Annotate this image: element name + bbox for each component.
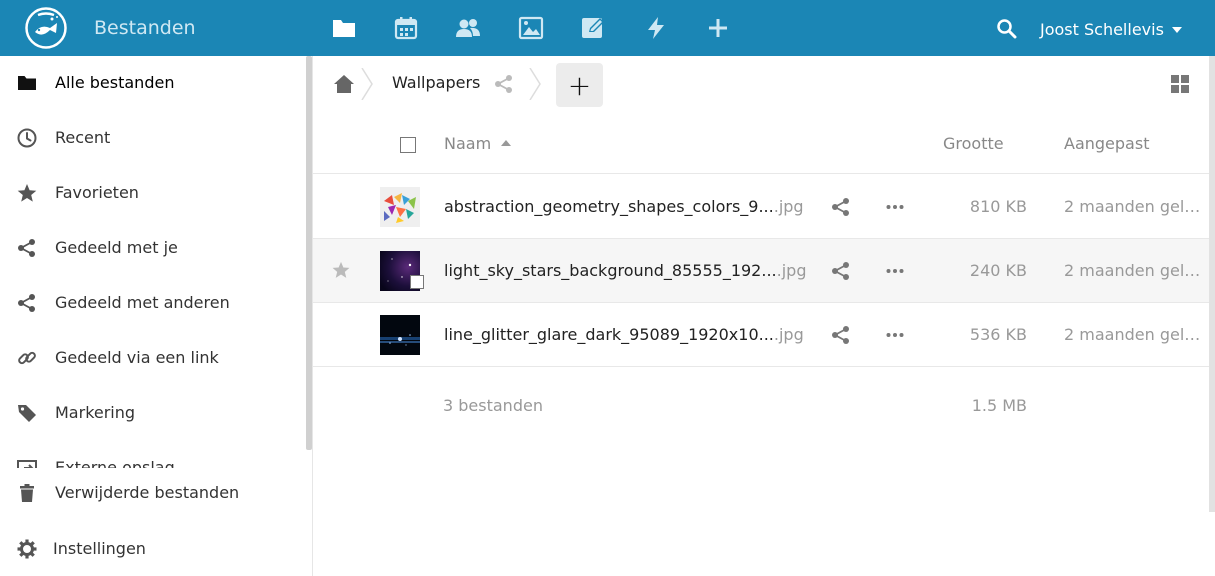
file-modified: 2 maanden geleden xyxy=(1064,197,1209,216)
sidebar-item-tags[interactable]: Markering xyxy=(0,393,306,433)
sidebar-item-label: Markering xyxy=(55,403,136,422)
search-icon[interactable] xyxy=(996,18,1018,40)
sidebar-item-label: Gedeeld via een link xyxy=(55,348,219,367)
file-modified: 2 maanden geleden xyxy=(1064,261,1209,280)
sidebar-scrollbar[interactable] xyxy=(306,56,312,450)
share-icon[interactable] xyxy=(494,73,514,95)
sidebar-item-label: Gedeeld met anderen xyxy=(55,293,230,312)
file-extension: .jpg xyxy=(773,325,804,344)
share-icon xyxy=(16,292,38,314)
tag-icon xyxy=(16,402,38,424)
sidebar-item-label: Alle bestanden xyxy=(55,73,175,92)
sidebar-item-external-storage[interactable]: Externe opslag xyxy=(0,448,306,468)
sidebar-item-label: Verwijderde bestanden xyxy=(55,483,240,502)
sidebar-item-favorites[interactable]: Favorieten xyxy=(0,173,306,213)
file-name[interactable]: line_glitter_glare_dark_95089_1920x10...… xyxy=(444,325,804,344)
select-all-checkbox[interactable] xyxy=(400,137,416,153)
column-header-size[interactable]: Grootte xyxy=(943,134,1004,153)
notes-icon[interactable] xyxy=(580,15,606,41)
fish-logo-icon[interactable] xyxy=(24,6,68,50)
file-size: 240 KB xyxy=(969,261,1027,280)
file-count-summary: 3 bestanden xyxy=(443,396,543,415)
chevron-down-icon xyxy=(1171,27,1182,33)
more-options-icon[interactable] xyxy=(885,325,905,345)
sidebar-item-settings[interactable]: Instellingen xyxy=(0,529,306,569)
sidebar-item-deleted-files[interactable]: Verwijderde bestanden xyxy=(0,473,306,513)
app-title: Bestanden xyxy=(94,17,196,39)
file-basename: abstraction_geometry_shapes_colors_9... xyxy=(444,197,774,216)
sidebar-item-shared-via-link[interactable]: Gedeeld via een link xyxy=(0,338,306,378)
share-icon xyxy=(16,237,38,259)
column-header-label: Naam xyxy=(444,134,492,153)
contacts-icon[interactable] xyxy=(455,15,481,41)
share-icon[interactable] xyxy=(831,261,851,281)
table-header: Naam Grootte Aangepast xyxy=(313,116,1209,174)
gallery-icon[interactable] xyxy=(518,15,544,41)
sort-ascending-icon xyxy=(501,140,512,146)
main-scrollbar[interactable] xyxy=(1209,56,1215,512)
clock-icon xyxy=(16,127,38,149)
external-storage-icon xyxy=(16,457,38,468)
file-list-view: Wallpapers + Naam Grootte Aangepast abst… xyxy=(313,56,1215,576)
gear-icon xyxy=(16,538,38,560)
share-icon[interactable] xyxy=(831,197,851,217)
column-header-name[interactable]: Naam xyxy=(444,134,512,153)
sidebar-item-shared-with-you[interactable]: Gedeeld met je xyxy=(0,228,306,268)
sidebar-item-label: Recent xyxy=(55,128,111,147)
breadcrumb-folder[interactable]: Wallpapers xyxy=(392,73,480,92)
user-menu[interactable]: Joost Schellevis xyxy=(1040,18,1182,40)
share-icon[interactable] xyxy=(831,325,851,345)
file-modified: 2 maanden geleden xyxy=(1064,325,1209,344)
sidebar-item-label: Favorieten xyxy=(55,183,139,202)
user-name: Joost Schellevis xyxy=(1040,19,1164,39)
file-extension: .jpg xyxy=(776,261,807,280)
sidebar-item-shared-with-others[interactable]: Gedeeld met anderen xyxy=(0,283,306,323)
more-options-icon[interactable] xyxy=(885,261,905,281)
calendar-icon[interactable] xyxy=(393,15,419,41)
file-name[interactable]: abstraction_geometry_shapes_colors_9....… xyxy=(444,197,804,216)
star-icon xyxy=(16,182,38,204)
file-basename: line_glitter_glare_dark_95089_1920x10... xyxy=(444,325,774,344)
sidebar-item-label: Instellingen xyxy=(53,539,146,558)
trash-icon xyxy=(16,482,38,504)
add-app-icon[interactable] xyxy=(705,15,731,41)
new-file-button[interactable]: + xyxy=(556,63,603,107)
sidebar-item-recent[interactable]: Recent xyxy=(0,118,306,158)
grid-view-icon[interactable] xyxy=(1171,75,1189,93)
files-icon[interactable] xyxy=(331,15,357,41)
file-name[interactable]: light_sky_stars_background_85555_192....… xyxy=(444,261,806,280)
link-icon xyxy=(16,347,38,369)
file-thumbnail xyxy=(380,187,420,227)
file-thumbnail xyxy=(380,315,420,355)
file-size: 810 KB xyxy=(969,197,1027,216)
row-select-checkbox[interactable] xyxy=(410,275,424,289)
activity-icon[interactable] xyxy=(643,15,669,41)
breadcrumb-separator-icon xyxy=(529,67,541,101)
sidebar-item-all-files[interactable]: Alle bestanden xyxy=(0,63,306,103)
table-row[interactable]: light_sky_stars_background_85555_192....… xyxy=(313,239,1209,303)
breadcrumb-separator-icon xyxy=(361,67,373,101)
column-header-modified[interactable]: Aangepast xyxy=(1064,134,1149,153)
total-size-summary: 1.5 MB xyxy=(971,396,1027,415)
table-row[interactable]: abstraction_geometry_shapes_colors_9....… xyxy=(313,175,1209,239)
sidebar-item-label: Externe opslag xyxy=(55,458,175,468)
sidebar-nav: Alle bestanden Recent Favorieten Gedeeld… xyxy=(0,56,306,468)
home-icon[interactable] xyxy=(333,73,355,95)
file-extension: .jpg xyxy=(773,197,804,216)
more-options-icon[interactable] xyxy=(885,197,905,217)
file-basename: light_sky_stars_background_85555_192... xyxy=(444,261,777,280)
sidebar-item-label: Gedeeld met je xyxy=(55,238,178,257)
favorite-star-icon[interactable] xyxy=(331,260,351,280)
folder-icon xyxy=(16,72,38,94)
table-row[interactable]: line_glitter_glare_dark_95089_1920x10...… xyxy=(313,303,1209,367)
sidebar: Alle bestanden Recent Favorieten Gedeeld… xyxy=(0,56,313,576)
file-size: 536 KB xyxy=(969,325,1027,344)
app-header: Bestanden Joost Schellevis xyxy=(0,0,1215,56)
